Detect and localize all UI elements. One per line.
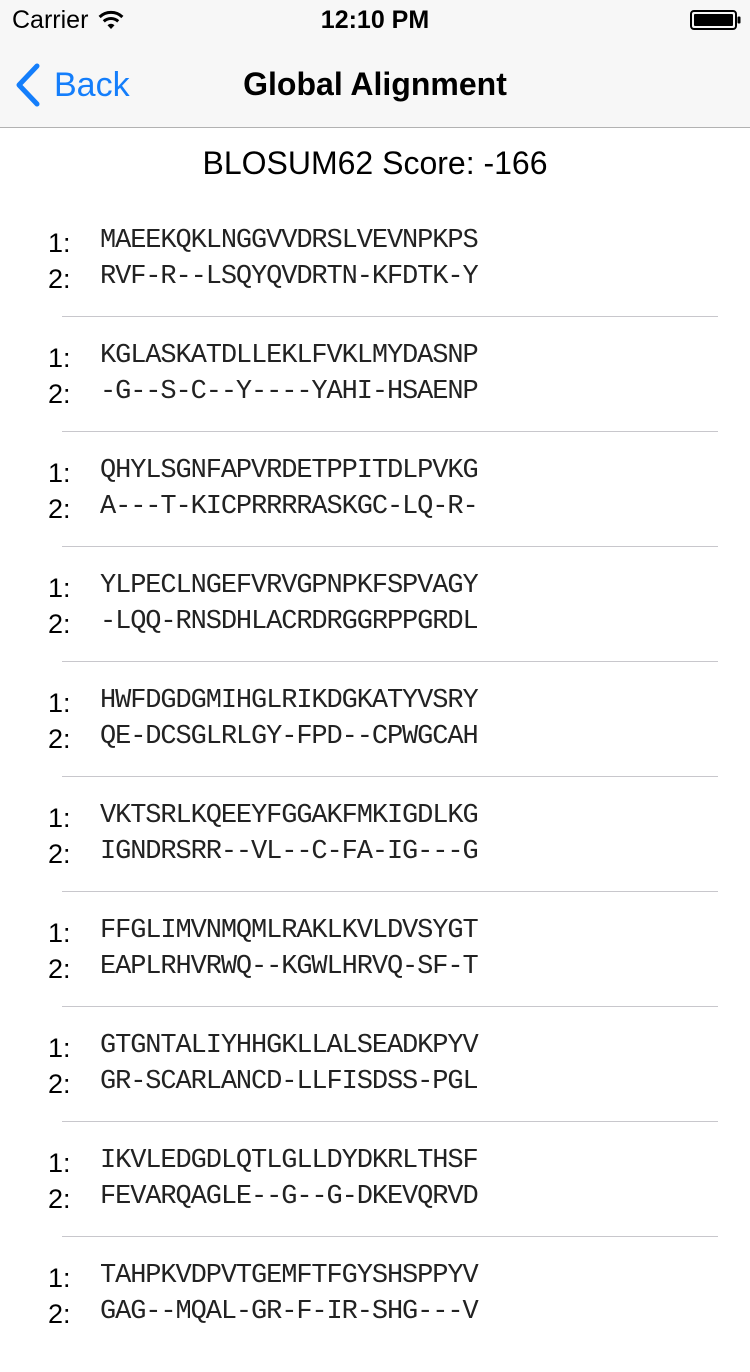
sequence-row-2: 2: A---T-KICPRRRRASKGC-LQ-R- [0,490,750,526]
sequence-text: KGLASKATDLLEKLFVKLMYDASNP [100,341,479,371]
separator [62,1006,718,1007]
sequence-number-label: 2: [48,1184,71,1214]
alignment-block: 1: MAEEKQKLNGGVVDRSLVEVNPKPS 2: RVF-R--LSQY… [0,222,750,337]
sequence-number-label: 1: [48,228,71,258]
sequence-text: GTGNTALIYHHGKLLALSEADKPYV [100,1031,479,1061]
sequence-row-2: 2: EAPLRHVRWQ--KGWLHRVQ-SF-T [0,950,750,986]
sequence-row-2: 2: FEVARQAGLE--G--G-DKEVQRVD [0,1180,750,1216]
sequence-row-1: 1: YLPECLNGEFVRVGPNPKFSPVAGY [0,569,750,605]
alignment-block: 1: YLPECLNGEFVRVGPNPKFSPVAGY 2: -LQQ-RNSDHL… [0,567,750,682]
sequence-row-2: 2: GR-SCARLANCD-LLFISDSS-PGL [0,1065,750,1101]
sequence-row-1: 1: FFGLIMVNMQMLRAKLKVLDVSYGT [0,914,750,950]
sequence-number-label: 2: [48,264,71,294]
alignment-list[interactable]: 1: MAEEKQKLNGGVVDRSLVEVNPKPS 2: RVF-R--LSQY… [0,222,750,1372]
navigation-bar: Back Global Alignment [0,40,750,128]
alignment-block: 1: TAHPKVDPVTGEMFTFGYSHSPPYV 2: GAG--MQAL-G… [0,1257,750,1372]
sequence-number-label: 1: [48,458,71,488]
separator [62,891,718,892]
sequence-row-1: 1: VKTSRLKQEEYFGGAKFMKIGDLKG [0,799,750,835]
sequence-row-1: 1: IKVLEDGDLQTLGLLDYDKRLTHSF [0,1144,750,1180]
alignment-block: 1: FFGLIMVNMQMLRAKLKVLDVSYGT 2: EAPLRHVRWQ-… [0,912,750,1027]
sequence-text: GR-SCARLANCD-LLFISDSS-PGL [100,1067,479,1097]
score-label: BLOSUM62 Score: -166 [202,145,548,181]
separator [62,1121,718,1122]
sequence-number-label: 1: [48,803,71,833]
sequence-row-2: 2: -G--S-C--Y----YAHI-HSAENP [0,375,750,411]
sequence-row-1: 1: KGLASKATDLLEKLFVKLMYDASNP [0,339,750,375]
sequence-number-label: 1: [48,1033,71,1063]
sequence-text: TAHPKVDPVTGEMFTFGYSHSPPYV [100,1261,479,1291]
sequence-number-label: 2: [48,954,71,984]
separator [62,1236,718,1237]
sequence-number-label: 1: [48,918,71,948]
sequence-text: QHYLSGNFAPVRDETPPITDLPVKG [100,456,479,486]
page-title: Global Alignment [243,66,507,102]
sequence-number-label: 2: [48,494,71,524]
sequence-text: RVF-R--LSQYQVDRTN-KFDTK-Y [100,262,479,292]
sequence-number-label: 2: [48,724,71,754]
sequence-number-label: 1: [48,688,71,718]
sequence-row-1: 1: HWFDGDGMIHGLRIKDGKATYVSRY [0,684,750,720]
sequence-row-2: 2: IGNDRSRR--VL--C-FA-IG---G [0,835,750,871]
sequence-text: GAG--MQAL-GR-F-IR-SHG---V [100,1297,479,1327]
separator [62,661,718,662]
sequence-row-2: 2: QE-DCSGLRLGY-FPD--CPWGCAH [0,720,750,756]
alignment-block: 1: IKVLEDGDLQTLGLLDYDKRLTHSF 2: FEVARQAGLE-… [0,1142,750,1257]
separator [62,316,718,317]
sequence-text: EAPLRHVRWQ--KGWLHRVQ-SF-T [100,952,479,982]
status-time: 12:10 PM [320,6,430,34]
sequence-number-label: 2: [48,379,71,409]
battery-icon [690,10,741,30]
sequence-text: IGNDRSRR--VL--C-FA-IG---G [100,837,479,867]
sequence-text: QE-DCSGLRLGY-FPD--CPWGCAH [100,722,479,752]
sequence-row-1: 1: QHYLSGNFAPVRDETPPITDLPVKG [0,454,750,490]
sequence-text: A---T-KICPRRRRASKGC-LQ-R- [100,492,479,522]
sequence-row-2: 2: RVF-R--LSQYQVDRTN-KFDTK-Y [0,260,750,296]
sequence-row-1: 1: GTGNTALIYHHGKLLALSEADKPYV [0,1029,750,1065]
sequence-text: FEVARQAGLE--G--G-DKEVQRVD [100,1182,479,1212]
sequence-row-1: 1: TAHPKVDPVTGEMFTFGYSHSPPYV [0,1259,750,1295]
separator [62,431,718,432]
status-bar: Carrier 12:10 PM [0,0,750,40]
sequence-number-label: 2: [48,609,71,639]
sequence-text: IKVLEDGDLQTLGLLDYDKRLTHSF [100,1146,479,1176]
sequence-text: VKTSRLKQEEYFGGAKFMKIGDLKG [100,801,479,831]
sequence-text: YLPECLNGEFVRVGPNPKFSPVAGY [100,571,479,601]
sequence-row-2: 2: GAG--MQAL-GR-F-IR-SHG---V [0,1295,750,1331]
sequence-number-label: 1: [48,1263,71,1293]
alignment-block: 1: HWFDGDGMIHGLRIKDGKATYVSRY 2: QE-DCSGLRLG… [0,682,750,797]
sequence-text: -G--S-C--Y----YAHI-HSAENP [100,377,479,407]
sequence-number-label: 2: [48,1299,71,1329]
sequence-number-label: 1: [48,1148,71,1178]
sequence-text: MAEEKQKLNGGVVDRSLVEVNPKPS [100,226,479,256]
alignment-block: 1: VKTSRLKQEEYFGGAKFMKIGDLKG 2: IGNDRSRR--V… [0,797,750,912]
alignment-block: 1: QHYLSGNFAPVRDETPPITDLPVKG 2: A---T-KICPR… [0,452,750,567]
separator [62,776,718,777]
alignment-block: 1: GTGNTALIYHHGKLLALSEADKPYV 2: GR-SCARLANC… [0,1027,750,1142]
sequence-text: FFGLIMVNMQMLRAKLKVLDVSYGT [100,916,479,946]
sequence-number-label: 2: [48,1069,71,1099]
sequence-row-1: 1: MAEEKQKLNGGVVDRSLVEVNPKPS [0,224,750,260]
alignment-block: 1: KGLASKATDLLEKLFVKLMYDASNP 2: -G--S-C--Y-… [0,337,750,452]
sequence-text: -LQQ-RNSDHLACRDRGGRPPGRDL [100,607,479,637]
sequence-number-label: 1: [48,573,71,603]
sequence-number-label: 1: [48,343,71,373]
separator [62,546,718,547]
sequence-row-2: 2: -LQQ-RNSDHLACRDRGGRPPGRDL [0,605,750,641]
sequence-text: HWFDGDGMIHGLRIKDGKATYVSRY [100,686,479,716]
sequence-number-label: 2: [48,839,71,869]
